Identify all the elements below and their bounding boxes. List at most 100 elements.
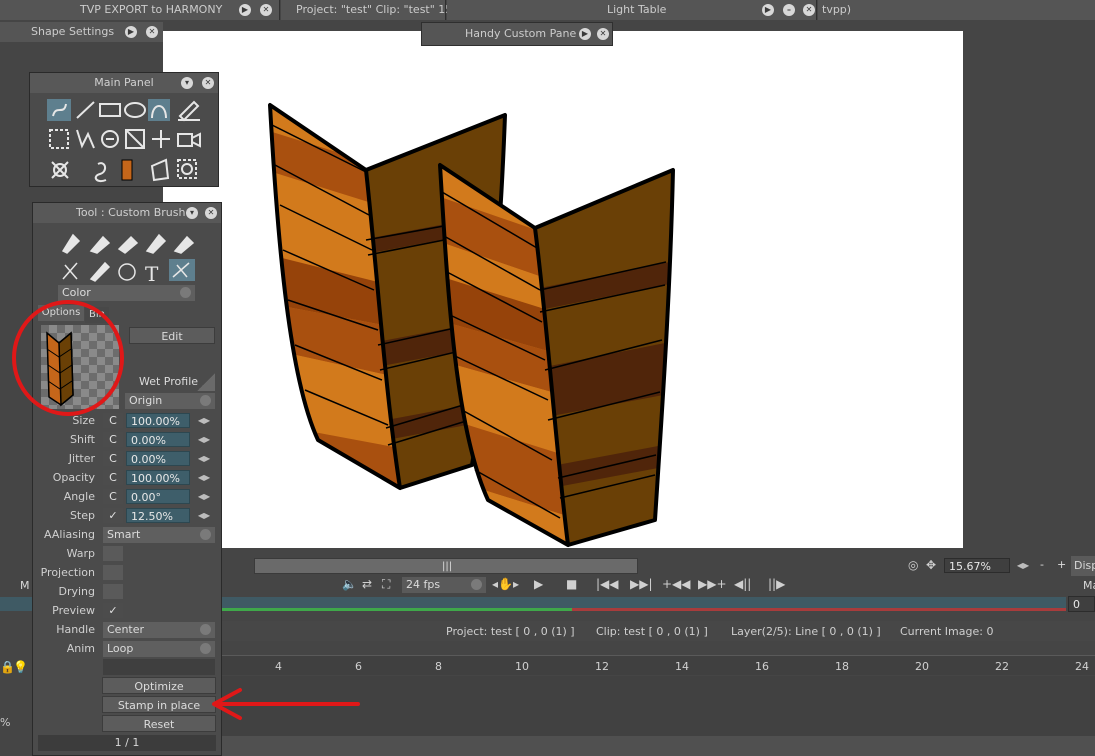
slider-arrows-icon[interactable]: ◀▶: [197, 470, 211, 485]
timeline-progress-track[interactable]: [222, 597, 1066, 611]
param-row-angle: Angle C 0.00° ◀▶: [33, 488, 223, 505]
tab-options[interactable]: Options: [38, 305, 84, 321]
chevron-down-icon: [180, 287, 191, 298]
timeline-progress-green: [222, 608, 572, 611]
opacity-field[interactable]: 100.00%: [126, 470, 190, 485]
check-icon[interactable]: ✓: [103, 603, 123, 618]
chevron-down-icon: [200, 624, 211, 635]
color-dropdown[interactable]: Color: [58, 285, 195, 301]
dropdown-icon[interactable]: ▾: [181, 77, 193, 89]
ruler-tick: 4: [275, 660, 282, 673]
main-panel-title: Main Panel: [94, 76, 154, 89]
lightbulb-icon[interactable]: 💡: [13, 660, 28, 674]
slider-arrows-icon[interactable]: ◀▶: [197, 432, 211, 447]
close-icon[interactable]: ✕: [202, 77, 214, 89]
param-row-step: Step ✓ 12.50% ◀▶: [33, 507, 223, 524]
drying-label: Drying: [58, 585, 95, 598]
handle-dropdown[interactable]: Center: [103, 622, 215, 638]
ruler-tick: 8: [435, 660, 442, 673]
close-icon[interactable]: ✕: [205, 207, 217, 219]
tab-bin[interactable]: Bin: [85, 307, 109, 323]
prev-keyframe-icon[interactable]: +◀◀: [662, 577, 691, 593]
timeline-layers-area[interactable]: [222, 676, 1095, 736]
scroll-grip-icon[interactable]: |||: [442, 561, 452, 572]
play-icon[interactable]: ▶: [579, 28, 591, 40]
ruler-tick: 16: [755, 660, 769, 673]
projection-checkbox[interactable]: [103, 565, 123, 580]
next-keyframe-icon[interactable]: ▶▶+: [698, 577, 727, 593]
slider-arrows-icon[interactable]: ◀▶: [197, 451, 211, 466]
brush-preview[interactable]: [41, 325, 119, 409]
anim-empty-field[interactable]: [103, 659, 215, 675]
scrub-hand-icon[interactable]: ◂✋▸: [492, 577, 519, 593]
wet-profile-corner[interactable]: [197, 373, 215, 391]
angle-field[interactable]: 0.00°: [126, 489, 190, 504]
zoom-out-button[interactable]: -: [1040, 558, 1044, 571]
projection-row: Projection: [33, 564, 223, 581]
anim-value: Loop: [107, 642, 134, 655]
chevron-down-icon: [200, 643, 211, 654]
fullscreen-icon[interactable]: ⛶: [382, 577, 390, 593]
fps-dropdown[interactable]: 24 fps: [402, 577, 486, 593]
page-counter-label: 1 / 1: [114, 736, 140, 749]
fps-value: 24 fps: [406, 578, 441, 591]
zoom-reset-icon[interactable]: ◎: [908, 558, 918, 574]
optimize-button[interactable]: Optimize: [102, 677, 216, 694]
constant-toggle[interactable]: C: [103, 432, 123, 447]
loop-icon[interactable]: ⇄: [362, 577, 372, 593]
dropdown-icon[interactable]: ▾: [186, 207, 198, 219]
play-icon[interactable]: ▶: [534, 577, 543, 593]
go-end-icon[interactable]: ▶▶|: [630, 577, 653, 593]
ma-left-label: M: [20, 579, 30, 592]
close-icon[interactable]: ✕: [597, 28, 609, 40]
slider-arrows-icon[interactable]: ◀▶: [1016, 558, 1030, 573]
param-label: Angle: [63, 490, 95, 503]
stamp-in-place-button[interactable]: Stamp in place: [102, 696, 216, 713]
chevron-down-icon: [471, 579, 482, 590]
ruler-tick: 12: [595, 660, 609, 673]
main-tools-icons: [47, 99, 201, 183]
prev-frame-icon[interactable]: ◀||: [734, 577, 751, 593]
display-button[interactable]: Disp: [1071, 556, 1095, 576]
center-view-icon[interactable]: ✥: [926, 558, 936, 574]
zoom-in-button[interactable]: +: [1057, 558, 1066, 571]
constant-toggle[interactable]: C: [103, 489, 123, 504]
speaker-icon[interactable]: 🔈: [342, 577, 357, 593]
constant-toggle[interactable]: C: [103, 470, 123, 485]
tool-panel-title: Tool : Custom Brush: [76, 206, 186, 219]
origin-dropdown[interactable]: Origin: [125, 393, 215, 409]
slider-arrows-icon[interactable]: ◀▶: [197, 508, 211, 523]
zoom-field[interactable]: 15.67%: [944, 558, 1010, 573]
tool-panel-titlebar: Tool : Custom Brush ▾ ✕: [33, 203, 221, 223]
stop-icon[interactable]: ■: [566, 577, 577, 593]
color-dropdown-label: Color: [62, 286, 91, 299]
size-field[interactable]: 100.00%: [126, 413, 190, 428]
go-start-icon[interactable]: |◀◀: [596, 577, 619, 593]
anim-row: Anim Loop: [33, 640, 223, 657]
aaliasing-dropdown[interactable]: Smart: [103, 527, 215, 543]
aaliasing-value: Smart: [107, 528, 141, 541]
edit-button[interactable]: Edit: [129, 327, 215, 344]
shift-field[interactable]: 0.00%: [126, 432, 190, 447]
frame-ruler[interactable]: [222, 655, 1095, 675]
slider-arrows-icon[interactable]: ◀▶: [197, 489, 211, 504]
jitter-field[interactable]: 0.00%: [126, 451, 190, 466]
drying-checkbox[interactable]: [103, 584, 123, 599]
constant-toggle[interactable]: C: [103, 451, 123, 466]
step-field[interactable]: 12.50%: [126, 508, 190, 523]
constant-toggle[interactable]: C: [103, 413, 123, 428]
anim-dropdown[interactable]: Loop: [103, 641, 215, 657]
timeline-footer: [222, 736, 1095, 756]
handle-label: Handle: [56, 623, 95, 636]
main-panel-titlebar: Main Panel ▾ ✕: [30, 73, 218, 93]
brush-stamp-thumbnail: [46, 331, 74, 407]
next-frame-icon[interactable]: ||▶: [768, 577, 785, 593]
check-icon[interactable]: ✓: [103, 508, 123, 523]
ruler-tick: 20: [915, 660, 929, 673]
status-percent: %: [0, 716, 11, 729]
slider-arrows-icon[interactable]: ◀▶: [197, 413, 211, 428]
warp-checkbox[interactable]: [103, 546, 123, 561]
timeline-track-left: [0, 597, 32, 611]
reset-button[interactable]: Reset: [102, 715, 216, 732]
frame-field[interactable]: 0: [1068, 596, 1095, 612]
